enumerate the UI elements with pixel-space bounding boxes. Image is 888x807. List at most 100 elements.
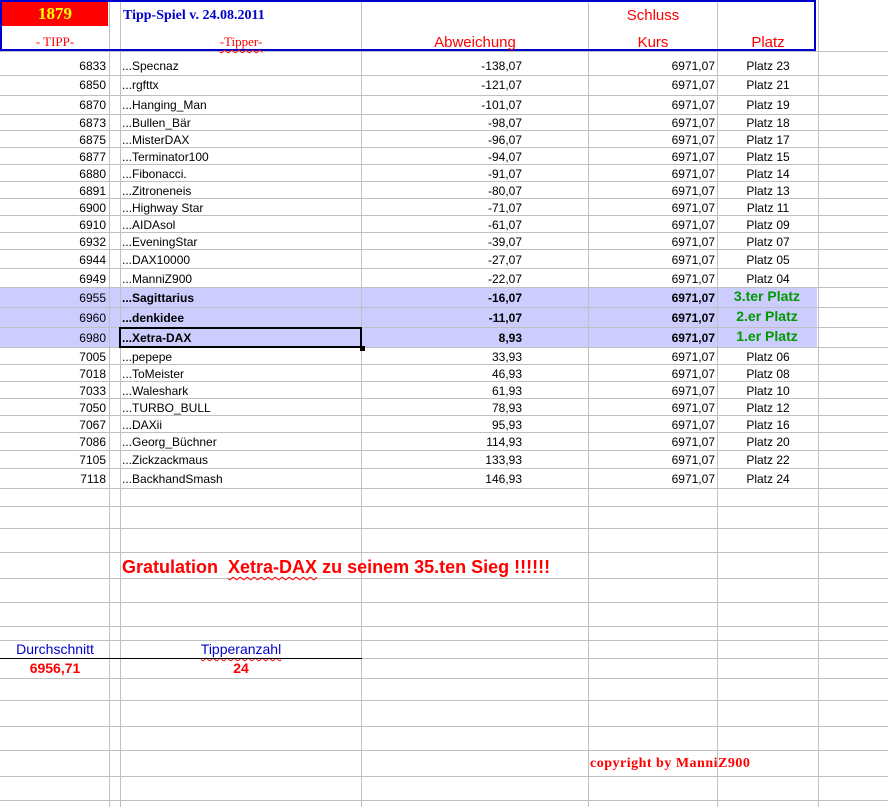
tipper-name-cell[interactable]: ...MisterDAX	[122, 132, 360, 149]
tipper-name-cell[interactable]: ...Terminator100	[122, 149, 360, 166]
tipp-cell[interactable]: 6870	[0, 97, 106, 114]
abweichung-cell[interactable]: -80,07	[362, 183, 522, 200]
column-header-abweichung[interactable]: Abweichung	[362, 34, 588, 51]
tipp-cell[interactable]: 7018	[0, 366, 106, 383]
average-label[interactable]: Durchschnitt	[2, 641, 108, 657]
platz-cell[interactable]: Platz 23	[718, 58, 818, 75]
tipper-name-cell[interactable]: ...Specnaz	[122, 58, 360, 75]
tipp-cell[interactable]: 6850	[0, 77, 106, 94]
tipp-cell[interactable]: 6910	[0, 217, 106, 234]
tipp-cell[interactable]: 6960	[0, 310, 106, 327]
congratulation-text[interactable]: Gratulation Xetra-DAX zu seinem 35.ten S…	[122, 557, 550, 578]
kurs-cell[interactable]: 6971,07	[590, 310, 715, 327]
platz-cell[interactable]: Platz 17	[718, 132, 818, 149]
average-value[interactable]: 6956,71	[2, 660, 108, 676]
kurs-cell[interactable]: 6971,07	[590, 183, 715, 200]
kurs-cell[interactable]: 6971,07	[590, 452, 715, 469]
platz-cell[interactable]: Platz 04	[718, 271, 818, 288]
tipp-cell[interactable]: 6877	[0, 149, 106, 166]
tipper-name-cell[interactable]: ...ToMeister	[122, 366, 360, 383]
copyright-text[interactable]: copyright by ManniZ900	[590, 756, 750, 772]
tipper-name-cell[interactable]: ...Hanging_Man	[122, 97, 360, 114]
kurs-cell[interactable]: 6971,07	[590, 434, 715, 451]
kurs-cell[interactable]: 6971,07	[590, 132, 715, 149]
tipp-cell[interactable]: 6944	[0, 252, 106, 269]
abweichung-cell[interactable]: -22,07	[362, 271, 522, 288]
tipp-cell[interactable]: 6932	[0, 234, 106, 251]
kurs-cell[interactable]: 6971,07	[590, 166, 715, 183]
tipper-name-cell[interactable]: ...DAXii	[122, 417, 360, 434]
platz-cell-podium[interactable]: 3.ter Platz	[718, 288, 816, 305]
column-header-tipper[interactable]: -Tipper-	[121, 34, 361, 50]
tipp-cell[interactable]: 7067	[0, 417, 106, 434]
platz-cell[interactable]: Platz 07	[718, 234, 818, 251]
kurs-cell[interactable]: 6971,07	[590, 217, 715, 234]
tipper-name-cell[interactable]: ...denkidee	[122, 310, 360, 327]
tipp-cell[interactable]: 6900	[0, 200, 106, 217]
platz-cell[interactable]: Platz 18	[718, 115, 818, 132]
tipper-name-cell[interactable]: ...EveningStar	[122, 234, 360, 251]
tipp-cell[interactable]: 6880	[0, 166, 106, 183]
tipp-cell[interactable]: 7033	[0, 383, 106, 400]
platz-cell[interactable]: Platz 05	[718, 252, 818, 269]
column-header-tipp[interactable]: - TIPP-	[2, 34, 108, 50]
abweichung-cell[interactable]: -94,07	[362, 149, 522, 166]
platz-cell[interactable]: Platz 13	[718, 183, 818, 200]
tipper-name-cell[interactable]: ...AIDAsol	[122, 217, 360, 234]
abweichung-cell[interactable]: -91,07	[362, 166, 522, 183]
abweichung-cell[interactable]: -98,07	[362, 115, 522, 132]
tipp-cell[interactable]: 6891	[0, 183, 106, 200]
tipper-name-cell[interactable]: ...Sagittarius	[122, 290, 360, 307]
kurs-cell[interactable]: 6971,07	[590, 58, 715, 75]
kurs-cell[interactable]: 6971,07	[590, 400, 715, 417]
abweichung-cell[interactable]: 114,93	[362, 434, 522, 451]
abweichung-cell[interactable]: 133,93	[362, 452, 522, 469]
tipp-cell[interactable]: 6833	[0, 58, 106, 75]
tipp-cell[interactable]: 7105	[0, 452, 106, 469]
abweichung-cell[interactable]: -27,07	[362, 252, 522, 269]
platz-cell-podium[interactable]: 1.er Platz	[718, 328, 816, 345]
sheet-number[interactable]: 1879	[2, 4, 108, 24]
abweichung-cell[interactable]: 46,93	[362, 366, 522, 383]
platz-cell[interactable]: Platz 21	[718, 77, 818, 94]
column-header-kurs[interactable]: Kurs	[590, 34, 716, 51]
kurs-cell[interactable]: 6971,07	[590, 200, 715, 217]
platz-cell[interactable]: Platz 06	[718, 349, 818, 366]
kurs-cell[interactable]: 6971,07	[590, 290, 715, 307]
tipper-name-cell[interactable]: ...Zickzackmaus	[122, 452, 360, 469]
platz-cell[interactable]: Platz 15	[718, 149, 818, 166]
platz-cell[interactable]: Platz 24	[718, 471, 818, 488]
abweichung-cell[interactable]: 8,93	[362, 330, 522, 347]
kurs-cell[interactable]: 6971,07	[590, 383, 715, 400]
abweichung-cell[interactable]: 146,93	[362, 471, 522, 488]
kurs-cell[interactable]: 6971,07	[590, 149, 715, 166]
platz-cell-podium[interactable]: 2.er Platz	[718, 308, 816, 325]
tipp-cell[interactable]: 7050	[0, 400, 106, 417]
tipper-name-cell[interactable]: ...Waleshark	[122, 383, 360, 400]
tipper-name-cell[interactable]: ...rgfttx	[122, 77, 360, 94]
tipp-cell[interactable]: 7005	[0, 349, 106, 366]
platz-cell[interactable]: Platz 11	[718, 200, 818, 217]
tipp-cell[interactable]: 6980	[0, 330, 106, 347]
kurs-cell[interactable]: 6971,07	[590, 115, 715, 132]
abweichung-cell[interactable]: 95,93	[362, 417, 522, 434]
abweichung-cell[interactable]: 78,93	[362, 400, 522, 417]
tipper-name-cell[interactable]: ...Fibonacci.	[122, 166, 360, 183]
abweichung-cell[interactable]: -61,07	[362, 217, 522, 234]
abweichung-cell[interactable]: -138,07	[362, 58, 522, 75]
abweichung-cell[interactable]: -71,07	[362, 200, 522, 217]
tipp-cell[interactable]: 6949	[0, 271, 106, 288]
tipper-name-cell[interactable]: ...Highway Star	[122, 200, 360, 217]
tipp-cell[interactable]: 6955	[0, 290, 106, 307]
kurs-cell[interactable]: 6971,07	[590, 97, 715, 114]
tipper-count-label[interactable]: Tipperanzahl	[121, 641, 361, 657]
tipp-cell[interactable]: 6873	[0, 115, 106, 132]
tipper-name-cell[interactable]: ...Zitroneneis	[122, 183, 360, 200]
platz-cell[interactable]: Platz 10	[718, 383, 818, 400]
platz-cell[interactable]: Platz 20	[718, 434, 818, 451]
tipper-name-cell[interactable]: ...ManniZ900	[122, 271, 360, 288]
abweichung-cell[interactable]: 61,93	[362, 383, 522, 400]
kurs-cell[interactable]: 6971,07	[590, 366, 715, 383]
fill-handle[interactable]	[360, 346, 365, 351]
column-header-platz[interactable]: Platz	[718, 34, 818, 51]
